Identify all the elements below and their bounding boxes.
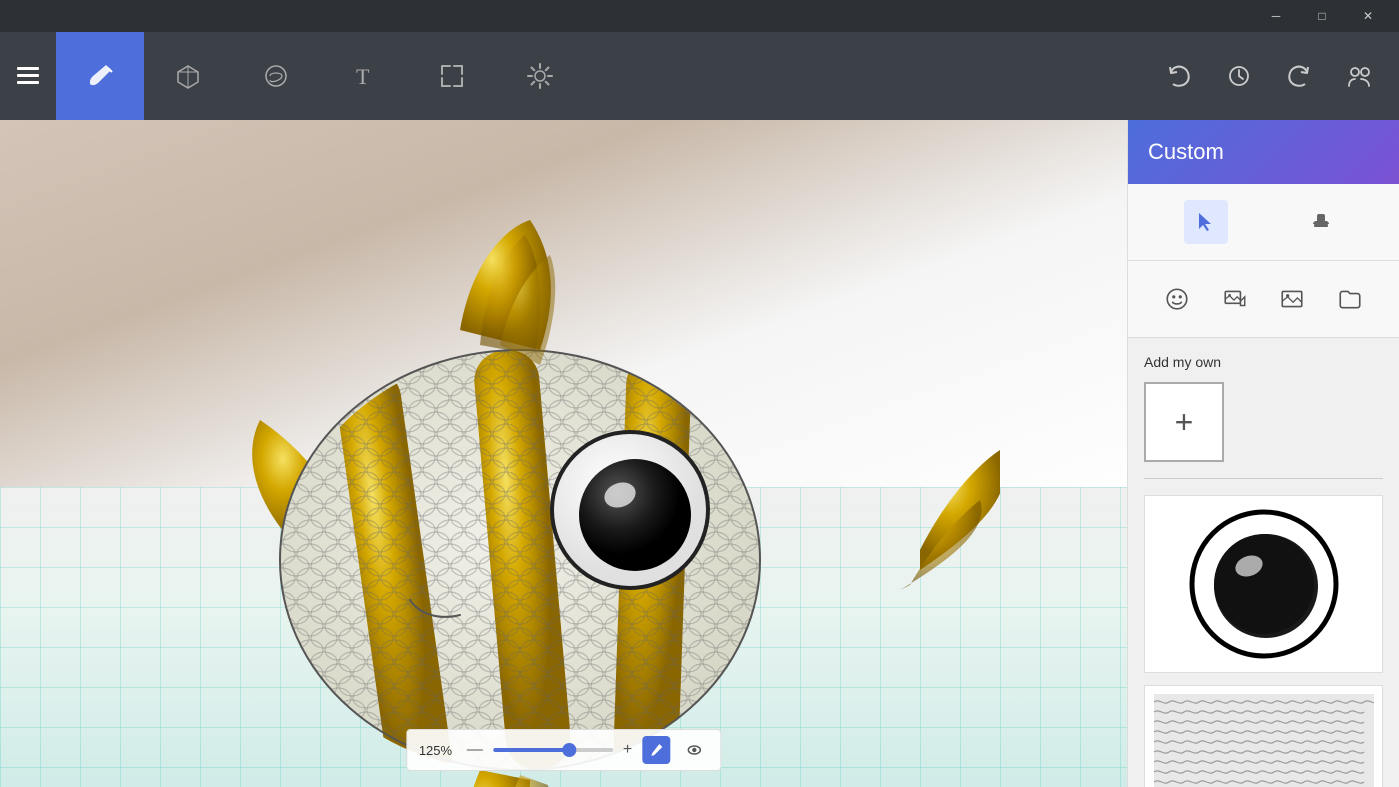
main-content: 125% — + Custom [0, 120, 1399, 787]
panel-icons-row [1128, 261, 1399, 338]
panel-image-edit-button[interactable] [1213, 277, 1257, 321]
zoom-slider-thumb[interactable] [562, 743, 576, 757]
tool-brush[interactable] [56, 32, 144, 120]
tool-effects[interactable] [496, 32, 584, 120]
toolbar-actions [1151, 48, 1399, 104]
zoom-slider-fill [493, 748, 565, 752]
eye-zoom-button[interactable] [680, 736, 708, 764]
redo-button[interactable] [1271, 48, 1327, 104]
titlebar: ─ □ ✕ [0, 0, 1399, 32]
sticker-texture-svg [1154, 694, 1374, 787]
toolbar: T [0, 32, 1399, 120]
sticker-eye-item[interactable] [1144, 495, 1383, 673]
pencil-zoom-button[interactable] [642, 736, 670, 764]
panel-title: Custom [1148, 139, 1224, 165]
add-sticker-button[interactable]: + [1144, 382, 1224, 462]
undo-button[interactable] [1151, 48, 1207, 104]
tool-select[interactable] [408, 32, 496, 120]
zoom-in-button[interactable]: + [623, 742, 632, 758]
panel-emoji-button[interactable] [1155, 277, 1199, 321]
panel-header: Custom [1128, 120, 1399, 184]
history-button[interactable] [1211, 48, 1267, 104]
tool-text[interactable]: T [320, 32, 408, 120]
panel-tools-row [1128, 184, 1399, 261]
zoom-out-button[interactable]: — [467, 742, 483, 758]
sticker-texture-item[interactable] [1144, 685, 1383, 787]
tool-stickers[interactable] [232, 32, 320, 120]
add-my-own-label: Add my own [1144, 354, 1383, 370]
zoom-slider-track[interactable] [493, 748, 613, 752]
panel-select-tool[interactable] [1184, 200, 1228, 244]
tool-3d-shapes[interactable] [144, 32, 232, 120]
close-button[interactable]: ✕ [1345, 0, 1391, 32]
panel-image-button[interactable] [1270, 277, 1314, 321]
svg-text:T: T [356, 64, 370, 89]
canvas-area[interactable]: 125% — + [0, 120, 1127, 787]
maximize-button[interactable]: □ [1299, 0, 1345, 32]
zoom-bar: 125% — + [406, 729, 721, 771]
collaborate-button[interactable] [1331, 48, 1387, 104]
zoom-percent-label: 125% [419, 743, 457, 758]
panel-stamp-tool[interactable] [1299, 200, 1343, 244]
panel-content: Add my own + [1128, 338, 1399, 787]
panel-folder-button[interactable] [1328, 277, 1372, 321]
right-panel: Custom [1127, 120, 1399, 787]
minimize-button[interactable]: ─ [1253, 0, 1299, 32]
menu-button[interactable] [0, 32, 56, 120]
sticker-eye-svg [1184, 504, 1344, 664]
fish-model [100, 170, 1000, 787]
panel-divider [1144, 478, 1383, 479]
